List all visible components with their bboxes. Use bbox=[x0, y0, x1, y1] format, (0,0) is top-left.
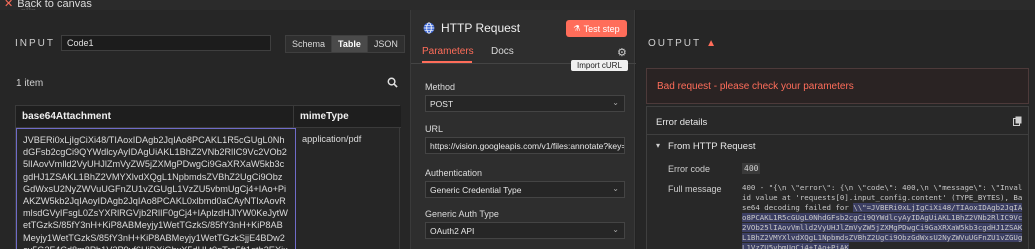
error-details-title: Error details bbox=[656, 117, 708, 128]
back-arrow-icon: ✕ bbox=[4, 0, 14, 10]
cell-base64-attachment[interactable]: JVBERi0xLjIgCiXi48/TIAoxIDAgb2JqIAo8PCAK… bbox=[16, 128, 296, 249]
input-label: INPUT bbox=[15, 37, 55, 49]
import-curl-tooltip[interactable]: Import cURL bbox=[571, 60, 628, 71]
test-step-label: Test step bbox=[583, 23, 620, 34]
tab-docs[interactable]: Docs bbox=[491, 46, 514, 57]
view-tabs: Schema Table JSON bbox=[285, 35, 405, 53]
node-header: HTTP Request ⚗ Test step bbox=[411, 10, 636, 46]
authentication-label: Authentication bbox=[425, 168, 483, 178]
chevron-down-icon: ⌄ bbox=[612, 184, 619, 193]
warning-icon: ▲ bbox=[706, 38, 717, 49]
item-count: 1 item bbox=[16, 78, 44, 89]
column-header-base64: base64Attachment bbox=[16, 106, 294, 128]
method-label: Method bbox=[425, 82, 456, 92]
copy-icon[interactable] bbox=[1013, 116, 1022, 126]
tab-table[interactable]: Table bbox=[332, 36, 368, 52]
chevron-down-icon: ▾ bbox=[656, 141, 661, 150]
data-table: base64Attachment mimeType JVBERi0xLjIgCi… bbox=[15, 105, 401, 249]
generic-auth-type-label: Generic Auth Type bbox=[425, 209, 499, 219]
output-panel: OUTPUT ▲ Bad request - please check your… bbox=[636, 10, 1035, 249]
input-panel: INPUT Code1 Schema Table JSON 1 item bas… bbox=[0, 10, 410, 249]
generic-auth-type-select[interactable]: OAuth2 API ⌄ bbox=[425, 222, 625, 239]
http-request-node-panel: HTTP Request ⚗ Test step Parameters Docs… bbox=[410, 10, 636, 249]
search-icon[interactable] bbox=[387, 77, 398, 88]
node-title[interactable]: HTTP Request bbox=[441, 21, 520, 35]
tab-parameters[interactable]: Parameters bbox=[422, 46, 474, 63]
full-message-value[interactable]: 400 - "{\n \"error\": {\n \"code\": 400,… bbox=[742, 183, 1025, 249]
method-select[interactable]: POST ⌄ bbox=[425, 95, 625, 112]
generic-auth-type-value: OAuth2 API bbox=[430, 226, 475, 236]
top-bar bbox=[0, 0, 1035, 10]
authentication-value: Generic Credential Type bbox=[430, 185, 522, 195]
test-step-button[interactable]: ⚗ Test step bbox=[566, 20, 627, 37]
output-label: OUTPUT bbox=[648, 38, 702, 49]
error-code-value: 400 bbox=[742, 163, 761, 174]
n8n-node-editor: ✕ Back to canvas n8n INPUT Code1 Schema … bbox=[0, 0, 1035, 249]
input-node-select[interactable]: Code1 bbox=[61, 35, 271, 51]
globe-icon bbox=[423, 22, 435, 34]
output-header: OUTPUT ▲ bbox=[648, 38, 716, 49]
tab-json[interactable]: JSON bbox=[367, 36, 404, 52]
error-details-box: Error details ▾ From HTTP Request Error … bbox=[646, 106, 1029, 249]
authentication-select[interactable]: Generic Credential Type ⌄ bbox=[425, 181, 625, 198]
full-message-key: Full message bbox=[668, 184, 722, 194]
url-label: URL bbox=[425, 124, 444, 134]
input-header: INPUT Code1 bbox=[15, 35, 271, 51]
cell-mimetype[interactable]: application/pdf bbox=[296, 128, 401, 249]
error-banner: Bad request - please check your paramete… bbox=[646, 68, 1029, 104]
chevron-down-icon: ⌄ bbox=[612, 98, 619, 107]
divider bbox=[647, 134, 1028, 135]
column-header-mimetype: mimeType bbox=[294, 106, 401, 128]
method-value: POST bbox=[430, 99, 454, 109]
chevron-down-icon: ⌄ bbox=[612, 225, 619, 234]
flask-icon: ⚗ bbox=[573, 24, 581, 33]
tab-schema[interactable]: Schema bbox=[286, 36, 333, 52]
from-http-request-section[interactable]: ▾ From HTTP Request bbox=[656, 141, 755, 152]
error-code-key: Error code bbox=[668, 164, 711, 174]
url-input[interactable]: https://vision.googleapis.com/v1/files:a… bbox=[425, 137, 625, 154]
section-title: From HTTP Request bbox=[668, 141, 756, 152]
gear-icon[interactable]: ⚙ bbox=[617, 46, 627, 59]
back-to-canvas-link[interactable]: ✕ Back to canvas bbox=[4, 0, 92, 10]
